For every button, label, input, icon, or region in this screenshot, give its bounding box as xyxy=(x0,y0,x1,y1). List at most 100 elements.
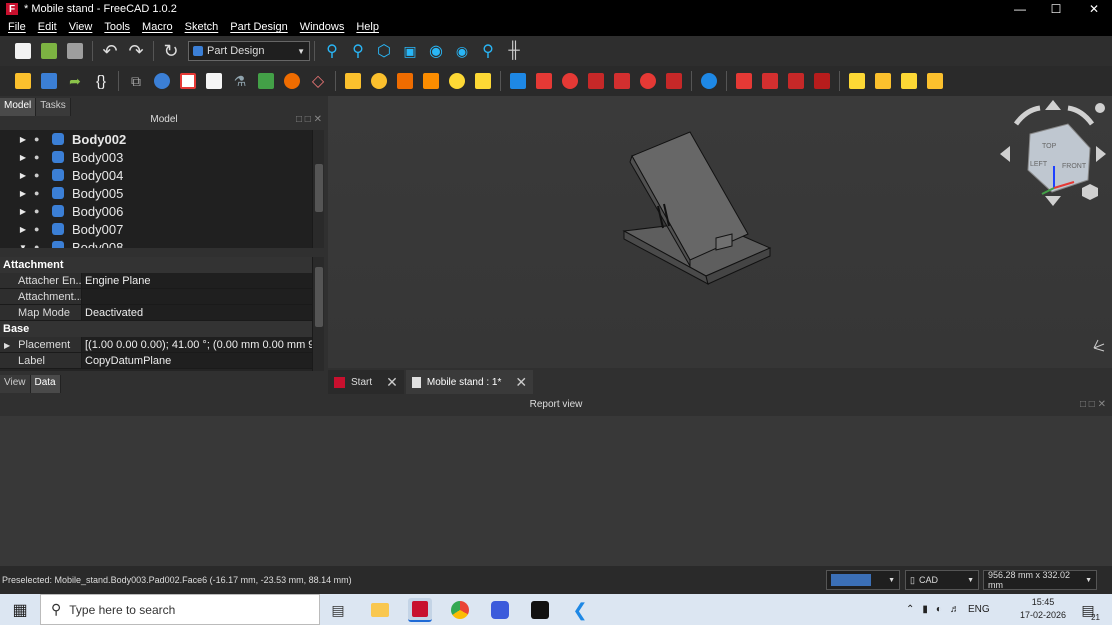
polar-pattern-button[interactable] xyxy=(898,70,920,92)
terminal-button[interactable] xyxy=(528,598,552,622)
menu-help[interactable]: Help xyxy=(352,21,383,33)
menu-macro[interactable]: Macro xyxy=(138,21,177,33)
navcube-arrow-up-icon[interactable] xyxy=(1045,100,1061,110)
fillet-button[interactable] xyxy=(733,70,755,92)
multi-transform-button[interactable] xyxy=(924,70,946,92)
redo-button[interactable]: ↷ xyxy=(125,40,147,62)
dimension-display[interactable]: 956.28 mm x 332.02 mm ▼ xyxy=(983,570,1097,590)
draw-style-button[interactable]: ◉ xyxy=(425,40,447,62)
navigation-style-selector[interactable]: ▯ CAD ▼ xyxy=(905,570,979,590)
menu-part-design[interactable]: Part Design xyxy=(226,21,291,33)
hole-button[interactable] xyxy=(533,70,555,92)
property-row[interactable]: Map Mode Deactivated xyxy=(0,305,312,321)
boolean-button[interactable] xyxy=(698,70,720,92)
expand-arrow-icon[interactable]: ▶ xyxy=(12,171,34,180)
chrome-button[interactable] xyxy=(448,598,472,622)
file-explorer-button[interactable] xyxy=(368,598,392,622)
visibility-eye-icon[interactable]: ● xyxy=(34,152,48,162)
tree-item-body007[interactable]: ▶ ● Body007 xyxy=(0,220,312,238)
subtractive-loft-button[interactable] xyxy=(585,70,607,92)
close-button[interactable]: ✕ xyxy=(1076,0,1112,18)
tree-item-body005[interactable]: ▶ ● Body005 xyxy=(0,184,312,202)
subtractive-helix-button[interactable] xyxy=(637,70,659,92)
additive-pipe-button[interactable] xyxy=(420,70,442,92)
open-document-button[interactable] xyxy=(38,40,60,62)
move-button[interactable]: ➦ xyxy=(64,70,86,92)
visibility-eye-icon[interactable]: ● xyxy=(34,134,48,144)
pad-button[interactable] xyxy=(342,70,364,92)
visibility-eye-icon[interactable]: ● xyxy=(34,224,48,234)
menu-windows[interactable]: Windows xyxy=(296,21,349,33)
std-view-button[interactable]: ◉ xyxy=(451,40,473,62)
tree-item-body003[interactable]: ▶ ● Body003 xyxy=(0,148,312,166)
subtractive-pipe-button[interactable] xyxy=(611,70,633,92)
property-scrollbar[interactable] xyxy=(312,257,324,371)
menu-file[interactable]: File xyxy=(4,21,30,33)
property-row[interactable]: Attachment... xyxy=(0,289,312,305)
property-value[interactable]: Engine Plane xyxy=(82,273,312,288)
scrollbar-thumb[interactable] xyxy=(315,267,323,327)
navcube-menu-icon[interactable] xyxy=(1095,103,1105,113)
navcube-face-left[interactable]: LEFT xyxy=(1030,161,1048,168)
dock-buttons-icon[interactable]: □ □ ✕ xyxy=(1080,394,1106,416)
model-render[interactable]: TOP LEFT FRONT xyxy=(328,96,1112,368)
measure-distance-button[interactable]: ╫ xyxy=(503,40,525,62)
language-indicator[interactable]: ENG xyxy=(968,604,990,615)
tab-mobile-stand[interactable]: Mobile stand : 1* ✕ xyxy=(405,370,534,394)
sub-shape-binder-button[interactable] xyxy=(281,70,303,92)
navcube-arrow-down-icon[interactable] xyxy=(1045,196,1061,206)
refresh-button[interactable]: ↻ xyxy=(160,40,182,62)
create-part-button[interactable] xyxy=(38,70,60,92)
menu-view[interactable]: View xyxy=(65,21,97,33)
menu-edit[interactable]: Edit xyxy=(34,21,61,33)
notifications-button[interactable]: ▤ 21 xyxy=(1076,598,1100,623)
tree-item-body004[interactable]: ▶ ● Body004 xyxy=(0,166,312,184)
mobile-stand-model[interactable] xyxy=(622,131,772,285)
freecad-taskbar-button[interactable] xyxy=(408,598,432,622)
save-button[interactable] xyxy=(64,40,86,62)
create-body-button[interactable] xyxy=(12,70,34,92)
additive-loft-button[interactable] xyxy=(394,70,416,92)
select-filter-button[interactable]: ▣ xyxy=(399,40,421,62)
property-value[interactable] xyxy=(82,289,312,304)
tab-start[interactable]: Start ✕ xyxy=(328,370,404,394)
vscode-button[interactable]: ❮ xyxy=(568,598,592,622)
expand-arrow-icon[interactable]: ▶ xyxy=(12,189,34,198)
navigation-cube[interactable]: TOP LEFT FRONT xyxy=(1000,100,1106,206)
expand-arrow-icon[interactable]: ▶ xyxy=(4,341,10,350)
property-group-base[interactable]: Base xyxy=(0,321,312,337)
validate-sketch-button[interactable] xyxy=(203,70,225,92)
visibility-eye-icon[interactable]: ● xyxy=(34,206,48,216)
maximize-button[interactable]: ☐ xyxy=(1038,0,1074,18)
new-document-button[interactable] xyxy=(12,40,34,62)
thickness-button[interactable] xyxy=(811,70,833,92)
chamfer-button[interactable] xyxy=(759,70,781,92)
close-tab-icon[interactable]: ✕ xyxy=(386,374,398,391)
property-row[interactable]: Attacher En... Engine Plane xyxy=(0,273,312,289)
macro-button[interactable]: {} xyxy=(90,70,112,92)
workbench-selector[interactable]: Part Design ▼ xyxy=(188,41,310,61)
expand-arrow-icon[interactable]: ▶ xyxy=(12,153,34,162)
visibility-eye-icon[interactable]: ● xyxy=(34,188,48,198)
clone-button[interactable]: ⚗ xyxy=(229,70,251,92)
close-tab-icon[interactable]: ✕ xyxy=(515,374,527,391)
draft-button[interactable] xyxy=(785,70,807,92)
navcube-face-top[interactable]: TOP xyxy=(1042,143,1057,150)
menu-sketch[interactable]: Sketch xyxy=(181,21,223,33)
draw-style-selector[interactable]: ▼ xyxy=(826,570,900,590)
tab-view[interactable]: View xyxy=(0,375,31,393)
wifi-icon[interactable]: ◐ xyxy=(936,604,942,615)
expand-arrow-icon[interactable]: ▶ xyxy=(12,207,34,216)
mirrored-button[interactable] xyxy=(846,70,868,92)
scrollbar-thumb[interactable] xyxy=(315,164,323,212)
minimize-button[interactable]: — xyxy=(1002,0,1038,18)
property-row[interactable]: ▶ Placement [(1.00 0.00 0.00); 41.00 °; (0… xyxy=(0,337,312,353)
windows-start-button[interactable]: ▦ xyxy=(8,598,32,622)
navcube-arrow-right-icon[interactable] xyxy=(1096,146,1106,162)
measure-button[interactable]: ⚲ xyxy=(477,40,499,62)
property-value[interactable]: Deactivated xyxy=(82,305,312,320)
navcube-face-front[interactable]: FRONT xyxy=(1062,163,1087,170)
revolution-button[interactable] xyxy=(368,70,390,92)
tree-item-body002[interactable]: ▶ ● Body002 xyxy=(0,130,312,148)
property-value[interactable]: [(1.00 0.00 0.00); 41.00 °; (0.00 mm 0.0… xyxy=(82,337,312,352)
